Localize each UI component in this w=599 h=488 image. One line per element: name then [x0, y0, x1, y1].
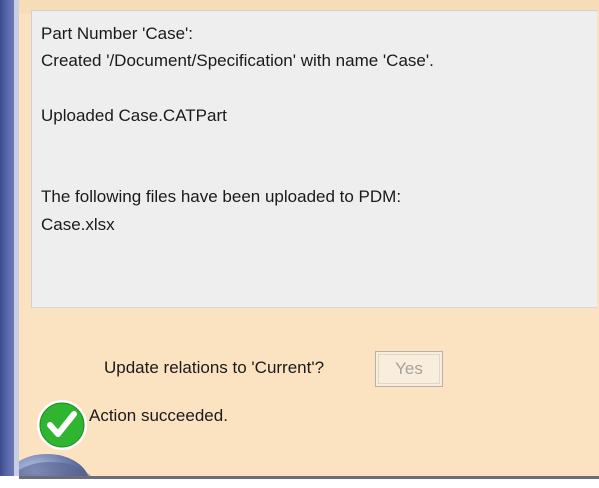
log-panel[interactable]: Part Number 'Case': Created '/Document/S…	[31, 10, 597, 308]
dialog-window: Part Number 'Case': Created '/Document/S…	[0, 0, 599, 488]
log-line: Uploaded Case.CATPart	[41, 106, 227, 125]
dialog-body: Part Number 'Case': Created '/Document/S…	[19, 0, 599, 476]
window-left-border	[0, 0, 14, 476]
log-line: Created '/Document/Specification' with n…	[41, 51, 434, 70]
window-bottom-border	[19, 476, 599, 479]
check-circle-icon	[36, 399, 88, 451]
update-relations-question: Update relations to 'Current'?	[104, 358, 325, 377]
status-message: Action succeeded.	[89, 406, 228, 425]
log-line: Case.xlsx	[41, 215, 115, 234]
yes-button[interactable]: Yes	[375, 351, 443, 387]
log-line: Part Number 'Case':	[41, 24, 193, 43]
log-line: The following files have been uploaded t…	[41, 187, 402, 206]
